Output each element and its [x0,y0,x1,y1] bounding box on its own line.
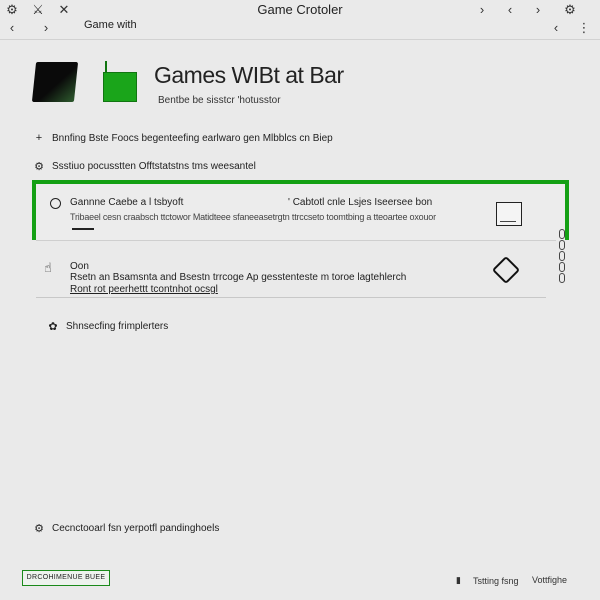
cursor-hand-icon: ☝ [44,260,52,275]
footer-link-1[interactable]: ▮ Tstting fsng [456,575,518,586]
setting-card-2[interactable]: ☝ Oon Rsetn an Bsamsnta and Bsestn trrco… [36,252,546,298]
gear-icon: ⚙ [34,523,44,535]
card-title: Gannne Caebe a l tsbyoft [70,197,184,208]
card-right-title: ' Cabtotl cnle Lsjes Iseersee bon [288,197,433,208]
nav-controls-left: ‹ › [4,20,54,36]
title-bar: ⚙ ⚔ ✕ ‹ › Game Crotoler Game with › ‹ › … [0,0,600,40]
diamond-toggle-icon[interactable] [491,255,521,285]
footer-button[interactable]: DRCOHIMENUE BUEE [22,570,110,586]
more-vertical-icon[interactable]: ⋮ [576,20,592,36]
card-2-link[interactable]: Ront rot peerhettt tcontnhot ocsgl [70,284,218,295]
page-title: Games WIBt at Bar [154,62,344,88]
card-2-label: Oon [70,261,89,272]
gear-icon: ⚙ [34,161,44,173]
footer-link-2-label: Vottfighe [532,575,568,585]
list-item-label: Bnnfing Bste Foocs begenteefing earlwaro… [52,132,333,144]
trash-icon: ▮ [456,575,461,585]
app-logo-icon [31,62,79,102]
title-bar-right-controls: › ‹ › ⚙ [474,2,578,18]
divider [36,240,556,241]
screen-capture-icon[interactable] [496,202,522,226]
list-item-label: Cecnctooarl fsn yerpotfl pandinghoels [52,523,220,534]
chevron-left-icon[interactable]: ‹ [502,2,518,18]
list-item-label: Shnsecfing frimplerters [66,321,169,332]
card-2-description: Rsetn an Bsamsnta and Bsestn trrcoge Ap … [70,272,407,283]
selected-setting-card[interactable]: Gannne Caebe a l tsbyoft ' Cabtotl cnle … [32,180,569,240]
plus-icon: + [35,132,43,144]
circle-icon [50,198,61,209]
chevron-right-icon[interactable]: › [474,2,490,18]
list-item-4[interactable]: ⚙ Cecnctooarl fsn yerpotfl pandinghoels [32,522,219,535]
page-subtitle: Bentbe be sisstcr 'hotusstor [158,95,281,106]
window-subtitle: Game with [84,19,137,31]
flower-icon: ✿ [48,321,58,333]
chevron-left-icon[interactable]: ‹ [548,20,564,36]
card-description: Tribaeel cesn craabsch ttctowor Matidtee… [70,212,436,222]
list-item-1[interactable]: + Bnnfing Bste Foocs begenteefing earlwa… [32,132,333,144]
chevron-right-icon[interactable]: › [530,2,546,18]
footer-link-1-label: Tstting fsng [472,575,519,586]
game-bar-icon [103,61,137,102]
nav-controls-right: ‹ ⋮ [548,20,592,36]
list-item-label: Ssstiuo pocusstten Offtstatstns tms wees… [52,161,256,172]
card-underline [72,228,94,230]
list-item-3[interactable]: ✿ Shnsecfing frimplerters [46,320,168,333]
back-chevron-icon[interactable]: ‹ [4,20,20,36]
forward-chevron-icon[interactable]: › [38,20,54,36]
settings-gear-icon[interactable]: ⚙ [562,2,578,18]
list-item-2[interactable]: ⚙ Ssstiuo pocusstten Offtstatstns tms we… [32,160,256,173]
footer-link-2[interactable]: Vottfighe [532,575,567,585]
scrollbar[interactable] [556,228,568,298]
